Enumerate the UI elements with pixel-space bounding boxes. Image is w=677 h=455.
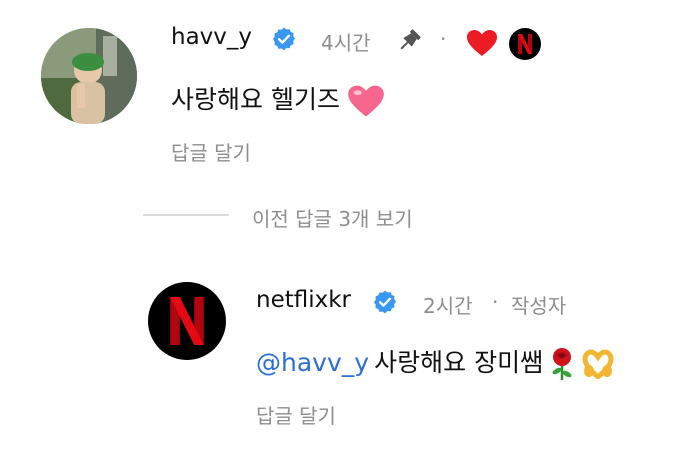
avatar-netflixkr[interactable] <box>148 282 226 360</box>
reply-time: 2시간 <box>423 294 473 318</box>
reply-mention-link[interactable]: @havv_y <box>256 348 369 377</box>
separator-dot: · <box>492 290 499 314</box>
netflix-logo-icon <box>170 297 204 345</box>
reply-username[interactable]: netflixkr <box>256 287 351 313</box>
avatar-photo <box>41 28 137 124</box>
view-previous-replies-button[interactable]: 이전 답글 3개 보기 <box>252 203 413 232</box>
comment-username[interactable]: havv_y <box>171 24 252 50</box>
comment-reply-button[interactable]: 답글 달기 <box>171 137 251 166</box>
reply-body: @havv_y 사랑해요 장미쌤 <box>256 343 615 381</box>
reply-text: 사랑해요 장미쌤 <box>374 348 544 377</box>
separator-dot: · <box>440 27 447 51</box>
comment-body: 사랑해요 헬기즈 <box>171 80 385 118</box>
thread-divider <box>143 214 229 216</box>
avatar-havv-y[interactable] <box>41 28 137 124</box>
heart-hands-emoji <box>582 348 614 379</box>
pink-heart-emoji <box>348 85 384 116</box>
rose-emoji <box>552 347 572 380</box>
heart-icon[interactable] <box>466 29 498 57</box>
author-liked-avatar <box>509 28 541 60</box>
verified-badge-icon <box>373 290 397 314</box>
netflix-logo-icon <box>518 34 532 54</box>
pin-icon <box>400 29 421 50</box>
verified-badge-icon <box>272 27 296 51</box>
comment-time: 4시간 <box>321 31 371 55</box>
reply-reply-button[interactable]: 답글 달기 <box>256 400 336 429</box>
author-tag: 작성자 <box>511 294 567 318</box>
comment-text: 사랑해요 헬기즈 <box>171 85 340 114</box>
